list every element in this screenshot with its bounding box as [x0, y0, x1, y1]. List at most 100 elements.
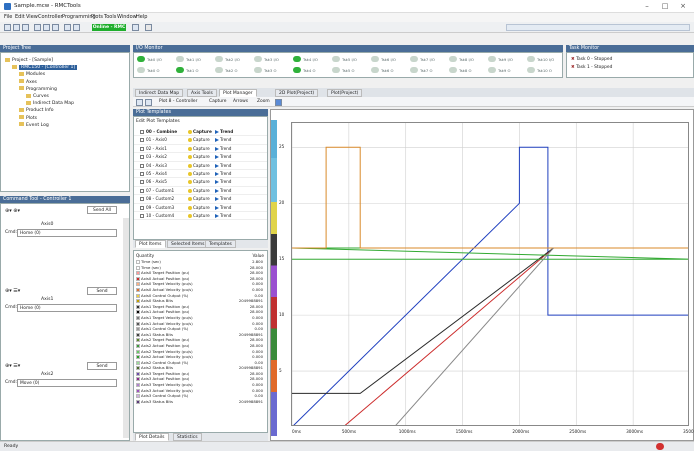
template-row[interactable]: 00 - Combine Capture Trend [134, 128, 267, 137]
menu-controller[interactable]: Controller [38, 14, 63, 20]
template-row[interactable]: 07 - Custom1 Capture Trend [134, 187, 267, 196]
redo-icon[interactable] [73, 24, 80, 31]
minimize-button[interactable]: – [640, 1, 654, 12]
axis-select[interactable]: ⊕▾ ☰▾ [5, 363, 20, 369]
tab-plot-manager[interactable]: Plot Manager [219, 89, 257, 97]
tree-item[interactable]: Axes [5, 79, 77, 86]
template-checkbox[interactable] [140, 171, 144, 176]
axis-select[interactable]: ⊕▾ ⊕▾ [5, 208, 20, 214]
template-checkbox[interactable] [140, 155, 144, 160]
trend-link[interactable]: Trend [220, 129, 233, 134]
cut-icon[interactable] [34, 24, 41, 31]
tab-selected-items[interactable]: Selected Items [167, 240, 209, 248]
quantity-row[interactable]: Axis3 Status Bits 2049988891 [136, 399, 266, 405]
template-checkbox[interactable] [140, 163, 144, 168]
capture-link[interactable]: Capture [193, 145, 215, 153]
trend-link[interactable]: Trend [220, 205, 231, 210]
tab-axis-tools[interactable]: Axis Tools [187, 89, 217, 97]
template-row[interactable]: 08 - Custom2 Capture Trend [134, 195, 267, 204]
menu-help[interactable]: Help [136, 14, 147, 20]
tab-statistics[interactable]: Statistics [173, 433, 202, 441]
tab-plot-project[interactable]: Plot(Project) [327, 89, 363, 97]
undo-icon[interactable] [64, 24, 71, 31]
tab-plot-details[interactable]: Plot Details [135, 433, 169, 441]
arrows-button[interactable]: Arrows [231, 98, 250, 106]
command-select[interactable]: Move (0) [17, 379, 117, 387]
template-checkbox[interactable] [140, 180, 144, 185]
send-button[interactable]: Send [87, 287, 117, 295]
capture-link[interactable]: Capture [193, 204, 215, 212]
template-row[interactable]: 09 - Custom3 Capture Trend [134, 204, 267, 212]
trend-link[interactable]: Trend [220, 196, 231, 201]
tab-templates[interactable]: Templates [205, 240, 236, 248]
tab-plot-items[interactable]: Plot Items [135, 240, 166, 248]
template-checkbox[interactable] [140, 146, 144, 151]
capture-link[interactable]: Capture [193, 195, 215, 203]
capture-link[interactable]: Capture [193, 178, 215, 186]
menu-file[interactable]: File [4, 14, 12, 20]
chart-canvas[interactable] [291, 122, 689, 426]
tree-item[interactable]: RMC150 - [Controller 1] [5, 64, 78, 71]
axis-select[interactable]: ⊕▾ ☰▾ [5, 288, 20, 294]
template-row[interactable]: 04 - Axis3 Capture Trend [134, 162, 267, 170]
online-status-button[interactable]: Online - RMC [92, 24, 126, 31]
template-checkbox[interactable] [140, 188, 144, 193]
template-row[interactable]: 05 - Axis4 Capture Trend [134, 170, 267, 179]
open-icon[interactable] [13, 24, 20, 31]
edit-templates-link[interactable]: Edit Plot Templates [136, 119, 180, 124]
close-button[interactable]: × [676, 1, 690, 12]
capture-link[interactable]: Capture [193, 170, 215, 178]
tree-item[interactable]: Indirect Data Map [5, 100, 77, 107]
zoom-button[interactable]: Zoom [255, 98, 272, 106]
template-checkbox[interactable] [140, 197, 144, 202]
command-select[interactable]: Home (0) [17, 304, 117, 312]
tree-item[interactable]: Product Info [5, 107, 77, 114]
menu-view[interactable]: View [26, 14, 38, 20]
new-icon[interactable] [4, 24, 11, 31]
template-checkbox[interactable] [140, 213, 144, 218]
trend-link[interactable]: Trend [220, 213, 231, 218]
capture-link[interactable]: Capture [193, 136, 215, 144]
task-1-status[interactable]: ✖ Task 1 - Stopped [571, 65, 612, 70]
trend-link[interactable]: Trend [220, 163, 231, 168]
template-checkbox[interactable] [140, 138, 144, 143]
tree-item[interactable]: Event Log [5, 122, 77, 129]
tab-indirect-data-map[interactable]: Indirect Data Map [135, 89, 184, 97]
capture-link[interactable]: Capture [193, 187, 215, 195]
capture-link[interactable]: Capture [193, 212, 215, 220]
save-icon[interactable] [22, 24, 29, 31]
template-checkbox[interactable] [140, 205, 144, 210]
open-plot-icon[interactable] [136, 99, 143, 106]
command-tool-scrollbar[interactable] [123, 218, 129, 438]
task-0-status[interactable]: ✖ Task 0 - Stopped [571, 57, 612, 62]
connect-icon[interactable] [145, 24, 152, 31]
template-checkbox[interactable] [140, 130, 144, 134]
menu-plots[interactable]: Plots [91, 14, 103, 20]
copy-icon[interactable] [43, 24, 50, 31]
trend-link[interactable]: Trend [220, 146, 231, 151]
menu-edit[interactable]: Edit [15, 14, 25, 20]
capture-link[interactable]: Capture [193, 128, 215, 136]
trend-link[interactable]: Trend [220, 137, 231, 142]
trend-link[interactable]: Trend [220, 179, 231, 184]
capture-link[interactable]: Capture [193, 153, 215, 161]
tree-item[interactable]: Plots [5, 115, 77, 122]
capture-link[interactable]: Capture [193, 162, 215, 170]
tree-item[interactable]: Modules [5, 71, 77, 78]
maximize-button[interactable]: □ [658, 1, 672, 12]
trend-link[interactable]: Trend [220, 171, 231, 176]
send-button[interactable]: Send [87, 362, 117, 370]
template-row[interactable]: 01 - Axis0 Capture Trend [134, 136, 267, 145]
template-row[interactable]: 10 - Custom4 Capture Trend [134, 212, 267, 221]
paste-icon[interactable] [52, 24, 59, 31]
tree-item[interactable]: Project - [Sample] [5, 57, 77, 64]
menu-window[interactable]: Window [117, 14, 137, 20]
send-all-button[interactable]: Send All [87, 206, 117, 214]
trend-link[interactable]: Trend [220, 154, 231, 159]
zoom-fit-icon[interactable] [275, 99, 282, 106]
trend-link[interactable]: Trend [220, 188, 231, 193]
controller-icon[interactable] [132, 24, 139, 31]
template-row[interactable]: 03 - Axis2 Capture Trend [134, 153, 267, 162]
tab-2d-plot[interactable]: 2D Plot(Project) [275, 89, 319, 97]
save-plot-icon[interactable] [145, 99, 152, 106]
